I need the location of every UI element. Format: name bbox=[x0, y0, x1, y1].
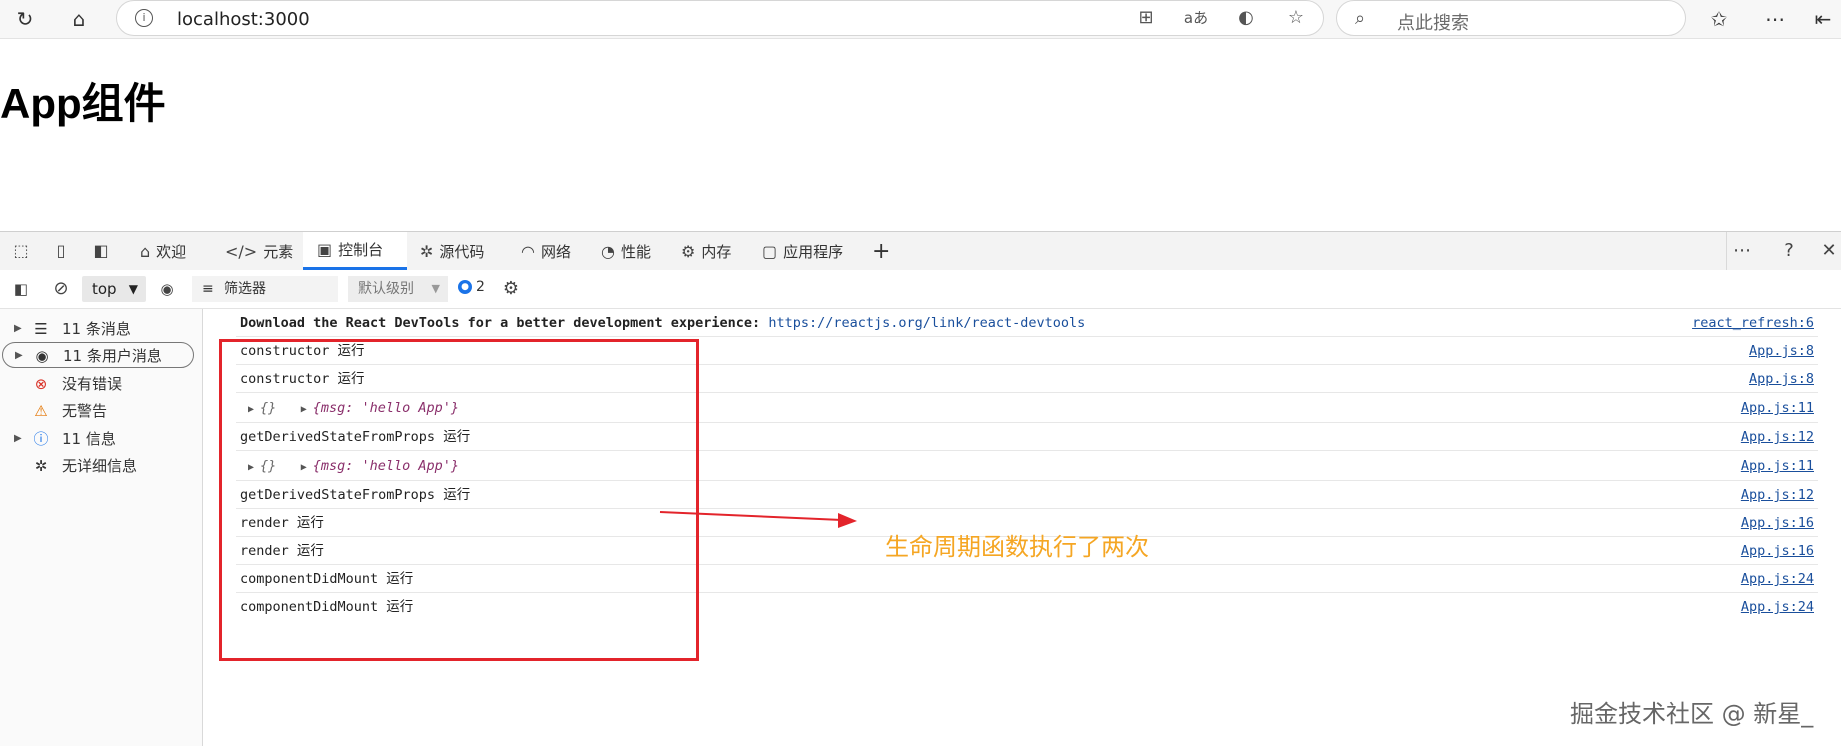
annotation-text: 生命周期函数执行了两次 bbox=[885, 533, 1149, 561]
watermark: 掘金技术社区 @ 新星_ bbox=[1570, 700, 1814, 728]
arrow-line bbox=[659, 511, 843, 521]
arrow-head bbox=[838, 513, 857, 528]
annotation-arrow bbox=[659, 511, 857, 528]
